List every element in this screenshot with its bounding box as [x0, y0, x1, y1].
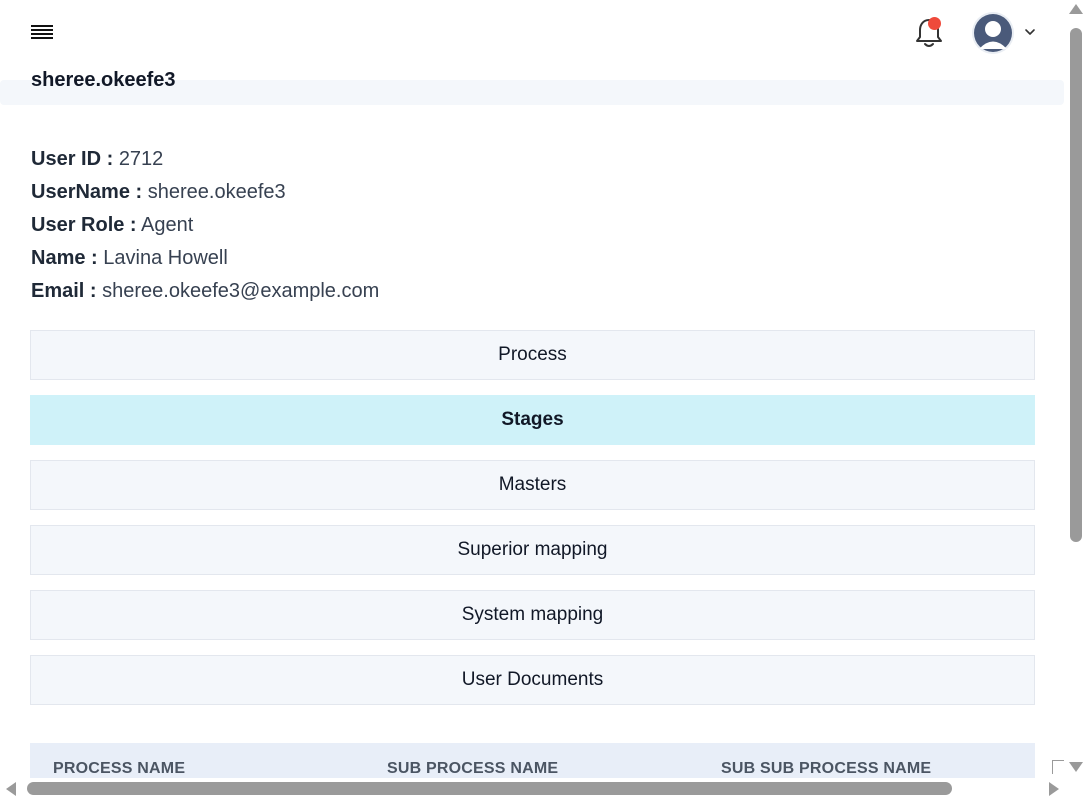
hamburger-menu-icon[interactable] — [31, 25, 53, 41]
scroll-left-arrow-icon[interactable] — [6, 782, 16, 796]
top-header — [0, 0, 1066, 66]
column-header-process-name[interactable]: PROCESS NAME — [53, 760, 185, 778]
table-header: PROCESS NAME SUB PROCESS NAME SUB SUB PR… — [30, 743, 1035, 778]
chevron-down-icon[interactable] — [1023, 26, 1037, 38]
user-role-label: User Role : — [31, 214, 137, 236]
user-info: User ID : 2712 UserName : sheree.okeefe3… — [31, 143, 379, 308]
name-row: Name : Lavina Howell — [31, 242, 379, 275]
horizontal-scroll-thumb[interactable] — [27, 782, 952, 795]
section-system-mapping[interactable]: System mapping — [30, 590, 1035, 640]
scroll-up-arrow-icon[interactable] — [1069, 4, 1083, 14]
email-value: sheree.okeefe3@example.com — [102, 280, 380, 302]
email-row: Email : sheree.okeefe3@example.com — [31, 275, 379, 308]
scroll-right-arrow-icon[interactable] — [1049, 782, 1059, 796]
user-id-row: User ID : 2712 — [31, 143, 379, 176]
name-value: Lavina Howell — [103, 247, 228, 269]
column-header-sub-sub-process-name[interactable]: SUB SUB PROCESS NAME — [721, 760, 931, 778]
page-title: sheree.okeefe3 — [31, 69, 176, 91]
resize-corner — [1052, 760, 1064, 774]
username-row: UserName : sheree.okeefe3 — [31, 176, 379, 209]
section-stages[interactable]: Stages — [30, 395, 1035, 445]
section-user-documents[interactable]: User Documents — [30, 655, 1035, 705]
vertical-scroll-thumb[interactable] — [1070, 28, 1082, 542]
section-process[interactable]: Process — [30, 330, 1035, 380]
email-label: Email : — [31, 280, 97, 302]
name-label: Name : — [31, 247, 98, 269]
main-viewport: sheree.okeefe3 User ID : 2712 UserName :… — [0, 0, 1066, 778]
username-value: sheree.okeefe3 — [147, 181, 286, 203]
scroll-down-arrow-icon[interactable] — [1069, 762, 1083, 772]
user-id-label: User ID : — [31, 148, 114, 170]
user-id-value: 2712 — [118, 148, 164, 170]
username-label: UserName : — [31, 181, 143, 203]
column-header-sub-process-name[interactable]: SUB PROCESS NAME — [387, 760, 558, 778]
user-role-row: User Role : Agent — [31, 209, 379, 242]
user-role-value: Agent — [141, 214, 194, 236]
section-masters[interactable]: Masters — [30, 460, 1035, 510]
notification-dot — [928, 17, 941, 30]
section-superior-mapping[interactable]: Superior mapping — [30, 525, 1035, 575]
user-avatar-icon[interactable] — [972, 12, 1014, 54]
